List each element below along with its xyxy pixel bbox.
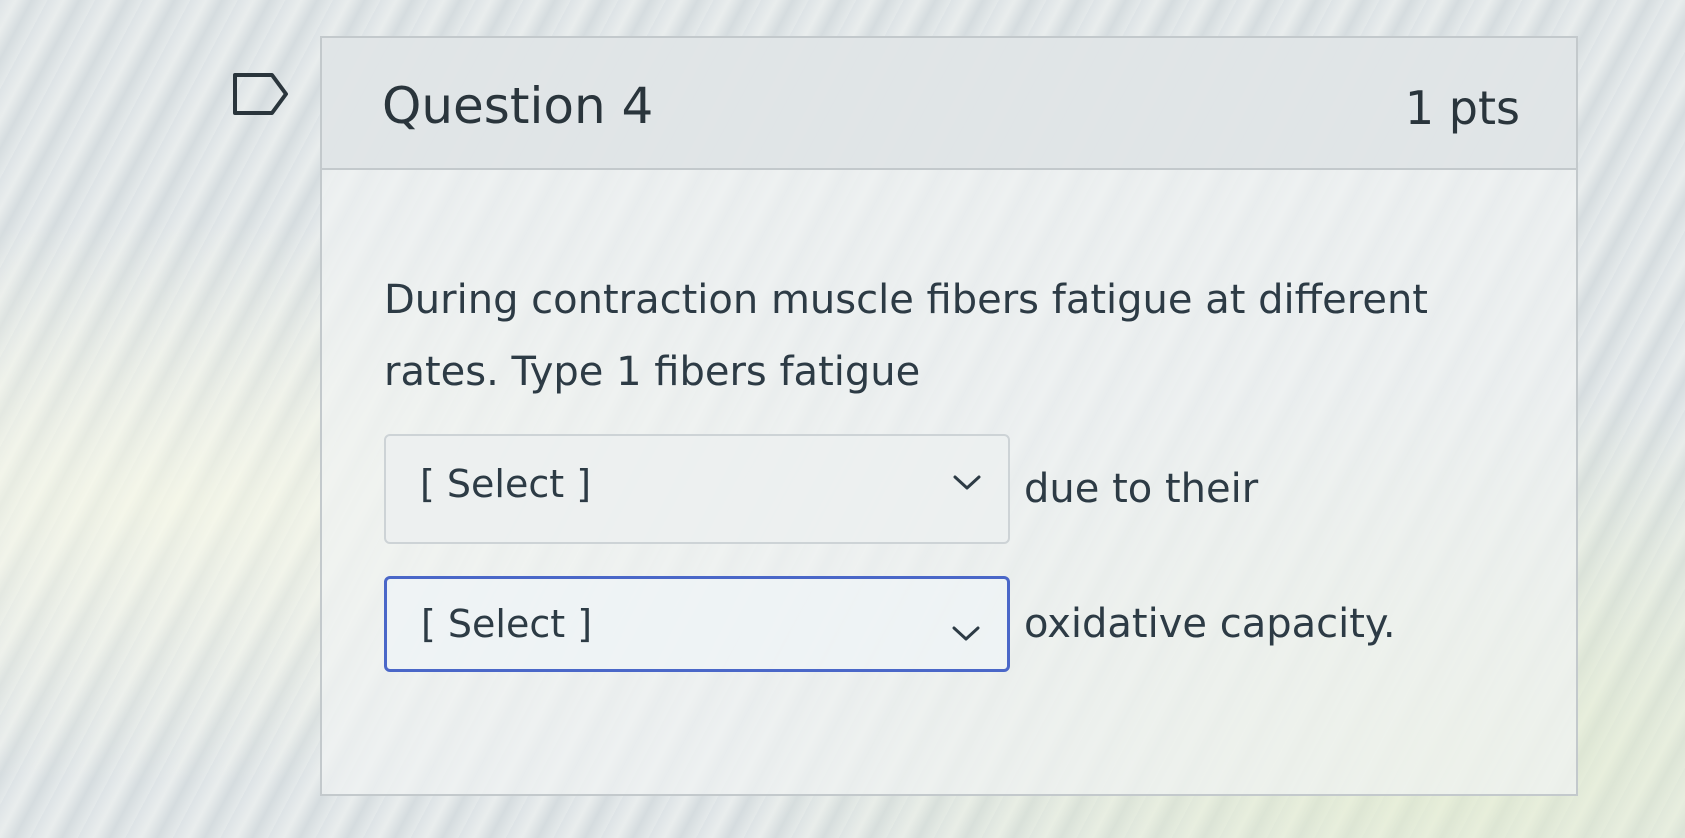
answer-row-2: [ Select ] oxidative capacity. (384, 576, 1396, 672)
flag-question-icon[interactable] (232, 72, 290, 116)
question-points: 1 pts (1404, 81, 1520, 135)
chevron-down-icon (953, 475, 981, 490)
question-body: During contraction muscle fibers fatigue… (384, 264, 1514, 672)
chevron-down-icon (952, 626, 980, 641)
question-card: Question 4 1 pts During contraction musc… (320, 36, 1578, 796)
answer-select-2[interactable]: [ Select ] (384, 576, 1010, 672)
select-value: [ Select ] (421, 602, 593, 646)
question-header: Question 4 1 pts (322, 38, 1576, 170)
answer-select-1[interactable]: [ Select ] (384, 434, 1010, 544)
text-after-select-2: oxidative capacity. (1024, 601, 1396, 647)
text-after-select-1: due to their (1024, 466, 1259, 512)
select-value: [ Select ] (420, 462, 592, 506)
answer-row-1: [ Select ] due to their (384, 434, 1258, 544)
question-title: Question 4 (382, 77, 654, 135)
question-text: During contraction muscle fibers fatigue… (384, 277, 1428, 395)
